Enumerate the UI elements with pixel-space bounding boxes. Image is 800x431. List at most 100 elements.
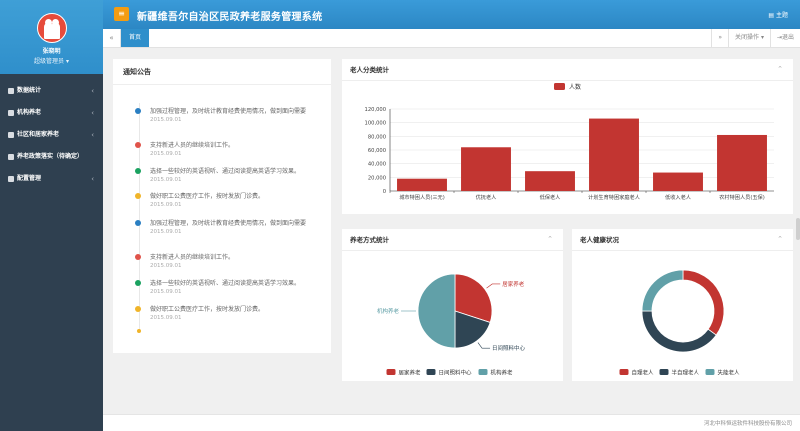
chevron-up-icon[interactable]: ⌃ — [547, 235, 553, 243]
notice-text: 做好职工公费医疗工作，按时发放门诊费。 — [150, 193, 265, 200]
x-tick-label: 农村特困人员(五保) — [719, 193, 765, 201]
y-tick-label: 20,000 — [368, 175, 386, 181]
pie-slice — [641, 310, 717, 353]
notice-text: 做好职工公费医疗工作，按时发放门诊费。 — [150, 306, 265, 313]
bar — [461, 147, 511, 191]
pie-label: 居家养老 — [502, 280, 525, 288]
elder-panel-title: 老人分类统计 — [342, 59, 793, 81]
notice-date: 2015.09.01 — [150, 151, 182, 157]
bar — [589, 118, 639, 191]
logout-button[interactable]: ⇥退出 — [769, 29, 800, 47]
y-tick-label: 100,000 — [365, 121, 386, 127]
pie-slice — [641, 269, 684, 312]
notice-text: 支持新进人员的继续培训工作。 — [150, 142, 235, 149]
sidebar-item-label: 社区和居家养老 — [17, 131, 60, 138]
sidebar-menu: 数据统计 ‹ 机构养老 ‹ 社区和居家养老 ‹ 养老政策落实（待确定） 配置管理 ‹ — [0, 80, 103, 190]
avatar[interactable] — [36, 13, 67, 43]
x-tick-label: 低保老人 — [540, 193, 561, 201]
chevron-up-icon[interactable]: ⌃ — [777, 65, 783, 73]
legend-swatch — [705, 369, 715, 375]
legend-swatch — [426, 369, 436, 375]
legend-swatch — [386, 369, 396, 375]
user-icon — [8, 154, 14, 160]
notice-date: 2015.09.01 — [150, 229, 182, 235]
notice-date: 2015.09.01 — [150, 289, 182, 295]
sidebar-item-community[interactable]: 社区和居家养老 ‹ — [0, 124, 103, 146]
legend-label: 自理老人 — [632, 369, 655, 377]
notice-title: 通知公告 — [113, 59, 331, 85]
chevron-left-icon: ‹ — [91, 109, 94, 117]
x-tick-label: 优抚老人 — [476, 193, 497, 201]
close-operations-dropdown[interactable]: 关闭操作 ▾ — [728, 29, 770, 47]
legend-swatch — [554, 83, 565, 90]
chevron-left-icon: ‹ — [91, 87, 94, 95]
legend-label: 半自理老人 — [672, 369, 700, 377]
notice-date: 2015.09.01 — [150, 117, 182, 123]
legend-label: 失能老人 — [718, 369, 741, 377]
sidebar-item-institution[interactable]: 机构养老 ‹ — [0, 102, 103, 124]
theme-icon: ▤ — [768, 12, 775, 19]
theme-button[interactable]: ▤ 主题 — [768, 10, 788, 19]
bar — [397, 178, 447, 191]
tab-home[interactable]: 首页 — [121, 29, 150, 47]
user-role-dropdown[interactable]: 超级管理员 ▾ — [0, 56, 103, 65]
tab-scroll-right-button[interactable]: » — [711, 29, 728, 47]
x-tick-label: 低收入老人 — [665, 193, 691, 201]
legend-label: 人数 — [569, 83, 581, 91]
chart-icon — [8, 88, 14, 94]
bar — [525, 171, 575, 191]
pie-label: 机构养老 — [377, 307, 400, 315]
timeline-end-dot — [137, 329, 141, 333]
tab-actions: » 关闭操作 ▾ ⇥退出 — [711, 29, 800, 47]
timeline-dot — [135, 142, 141, 148]
care-mode-panel: 养老方式统计 ⌃ 居家养老 日间照料中心 机构养老 居家养老 日间照料中心 机构养老 — [342, 229, 563, 381]
chevron-left-icon: ‹ — [91, 175, 94, 183]
timeline-dot — [135, 220, 141, 226]
sidebar-item-label: 配置管理 — [17, 175, 42, 182]
timeline-dot — [135, 254, 141, 260]
menu-icon: ≡ — [118, 9, 125, 18]
sidebar-item-label: 数据统计 — [17, 87, 42, 94]
notice-text: 支持新进人员的继续培训工作。 — [150, 254, 235, 261]
sidebar: 张晓明 超级管理员 ▾ 数据统计 ‹ 机构养老 ‹ 社区和居家养老 ‹ 养老政策落实（… — [0, 0, 103, 431]
sidebar-item-label: 机构养老 — [17, 109, 42, 116]
pie-slice — [417, 273, 456, 349]
y-tick-label: 40,000 — [368, 162, 386, 168]
notice-date: 2015.09.01 — [150, 177, 182, 183]
timeline-dot — [135, 280, 141, 286]
sidebar-profile: 张晓明 超级管理员 ▾ — [0, 0, 103, 74]
sidebar-item-policy[interactable]: 养老政策落实（待确定） — [0, 146, 103, 168]
y-tick-label: 0 — [383, 189, 386, 195]
legend-label: 机构养老 — [491, 369, 514, 377]
sidebar-item-config[interactable]: 配置管理 ‹ — [0, 168, 103, 190]
notice-panel: 通知公告 加强过程管理，及时统计教育经费使用情况，做到面向需要 2015.09.0… — [113, 59, 331, 353]
y-tick-label: 120,000 — [365, 107, 386, 113]
x-tick-label: 城市特困人员(三无) — [399, 193, 445, 201]
top-header: ≡ 新疆维吾尔自治区民政养老服务管理系统 ▤ 主题 — [103, 0, 800, 29]
chevron-left-icon: ‹ — [91, 131, 94, 139]
notice-text: 选择一些较好的英语视听、通过阅读提高英语学习效果。 — [150, 280, 301, 287]
main-content: 通知公告 加强过程管理，及时统计教育经费使用情况，做到面向需要 2015.09.0… — [103, 48, 800, 414]
care-pie-chart: 居家养老日间照料中心机构养老居家养老 日间照料中心 机构养老 — [377, 273, 526, 377]
tab-scroll-left-button[interactable]: « — [103, 29, 121, 47]
footer: 河北中科恒运软件科技股份有限公司 — [103, 414, 800, 431]
notice-text: 加强过程管理，及时统计教育经费使用情况，做到面向需要 — [150, 220, 307, 227]
notice-text: 选择一些较好的英语视听、通过阅读提高英语学习效果。 — [150, 168, 301, 175]
pie-slice — [682, 269, 725, 336]
legend-swatch — [659, 369, 669, 375]
y-tick-label: 80,000 — [368, 134, 386, 140]
care-panel-title: 养老方式统计 — [342, 229, 563, 251]
app-title: 新疆维吾尔自治区民政养老服务管理系统 — [137, 12, 323, 23]
legend-swatch — [619, 369, 629, 375]
sidebar-item-label: 养老政策落实（待确定） — [17, 153, 84, 160]
menu-toggle-button[interactable]: ≡ — [114, 7, 129, 21]
footer-text: 河北中科恒运软件科技股份有限公司 — [703, 421, 792, 427]
x-tick-label: 计划生育特困家庭老人 — [588, 193, 640, 201]
flag-icon — [8, 132, 14, 138]
chevron-up-icon[interactable]: ⌃ — [777, 235, 783, 243]
scrollbar[interactable] — [796, 218, 800, 240]
tab-bar: « 首页 » 关闭操作 ▾ ⇥退出 — [103, 29, 800, 48]
sidebar-item-data-stats[interactable]: 数据统计 ‹ — [0, 80, 103, 102]
gear-icon — [8, 176, 14, 182]
health-panel-title: 老人健康状况 — [572, 229, 793, 251]
